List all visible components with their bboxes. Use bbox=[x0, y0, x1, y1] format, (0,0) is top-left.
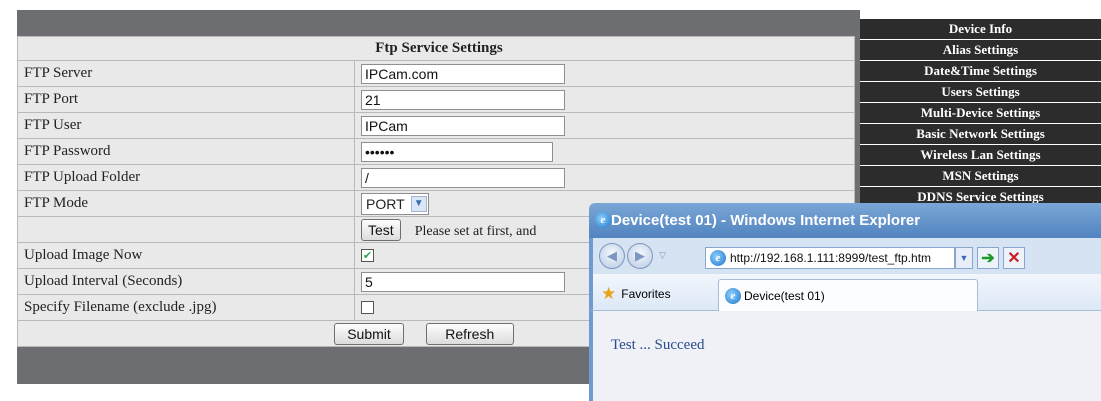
upload-interval-label: Upload Interval (Seconds) bbox=[17, 268, 355, 295]
ie-window-title: Device(test 01) - Windows Internet Explo… bbox=[611, 212, 921, 229]
forward-icon: ▶ bbox=[635, 248, 645, 263]
ftp-mode-value: PORT bbox=[366, 195, 405, 212]
favorites-label: Favorites bbox=[621, 287, 671, 301]
ie-content-area: Test ... Succeed bbox=[589, 311, 1101, 401]
upload-image-now-checkbox[interactable]: ✔ bbox=[361, 249, 374, 263]
ftp-settings-title: Ftp Service Settings bbox=[17, 36, 855, 61]
chevron-down-icon: ▼ bbox=[959, 253, 969, 263]
menu-item-users-settings[interactable]: Users Settings bbox=[860, 82, 1101, 102]
menu-item-device-info[interactable]: Device Info bbox=[860, 19, 1101, 39]
back-button[interactable]: ◀ bbox=[599, 243, 625, 269]
tab-label: Device(test 01) bbox=[744, 288, 825, 303]
go-arrow-icon: ➔ bbox=[981, 250, 995, 267]
stop-icon: ✕ bbox=[1007, 250, 1021, 267]
ftp-port-input[interactable] bbox=[361, 89, 565, 110]
test-note: Please set at first, and bbox=[414, 223, 537, 239]
table-row: FTP Password bbox=[17, 138, 855, 165]
ie-logo-icon: e bbox=[595, 212, 611, 228]
menu-item-date-time-settings[interactable]: Date&Time Settings bbox=[860, 61, 1101, 81]
ftp-server-input[interactable] bbox=[361, 63, 565, 84]
ftp-password-label: FTP Password bbox=[17, 138, 355, 165]
ie-navigation-bar: ◀ ▶ ▽ e http://192.168.1.111:8999/test_f… bbox=[589, 238, 1101, 274]
ie-favorites-bar: ★ Favorites e Device(test 01) bbox=[589, 274, 1101, 311]
settings-menu: Device Info Alias Settings Date&Time Set… bbox=[860, 19, 1101, 208]
refresh-button[interactable]: Refresh bbox=[425, 322, 514, 345]
ftp-mode-select[interactable]: PORT ▼ bbox=[361, 192, 429, 215]
test-row-label bbox=[17, 216, 355, 243]
upload-image-now-label: Upload Image Now bbox=[17, 242, 355, 269]
favorites-star-icon: ★ bbox=[601, 284, 617, 303]
table-row: FTP Server bbox=[17, 60, 855, 87]
forward-button[interactable]: ▶ bbox=[627, 243, 653, 269]
ftp-mode-label: FTP Mode bbox=[17, 190, 355, 217]
menu-item-wireless-lan-settings[interactable]: Wireless Lan Settings bbox=[860, 145, 1101, 165]
ftp-port-cell bbox=[354, 86, 855, 113]
ftp-password-input[interactable] bbox=[361, 141, 553, 162]
menu-item-basic-network-settings[interactable]: Basic Network Settings bbox=[860, 124, 1101, 144]
ftp-user-label: FTP User bbox=[17, 112, 355, 139]
ftp-port-label: FTP Port bbox=[17, 86, 355, 113]
test-result-text: Test ... Succeed bbox=[611, 337, 705, 353]
ie-tab-icon: e bbox=[725, 287, 741, 304]
ie-popup-window: e Device(test 01) - Windows Internet Exp… bbox=[589, 203, 1101, 401]
ftp-upload-folder-cell bbox=[354, 164, 855, 191]
stop-button[interactable]: ✕ bbox=[1003, 247, 1025, 269]
ftp-password-cell bbox=[354, 138, 855, 165]
menu-item-msn-settings[interactable]: MSN Settings bbox=[860, 166, 1101, 186]
specify-filename-checkbox[interactable] bbox=[361, 301, 374, 315]
browser-tab[interactable]: e Device(test 01) bbox=[718, 279, 978, 311]
ftp-upload-folder-label: FTP Upload Folder bbox=[17, 164, 355, 191]
menu-item-alias-settings[interactable]: Alias Settings bbox=[860, 40, 1101, 60]
ie-page-icon: e bbox=[710, 250, 726, 266]
checkmark-icon: ✔ bbox=[362, 250, 373, 263]
chevron-down-icon: ▼ bbox=[410, 195, 427, 212]
top-margin bbox=[0, 0, 860, 10]
address-text: http://192.168.1.111:8999/test_ftp.htm bbox=[730, 251, 932, 265]
ftp-server-label: FTP Server bbox=[17, 60, 355, 87]
favorites-button[interactable]: ★ Favorites bbox=[601, 284, 671, 304]
ie-title-bar[interactable]: e Device(test 01) - Windows Internet Exp… bbox=[589, 203, 1101, 238]
table-row: FTP Port bbox=[17, 86, 855, 113]
address-bar[interactable]: e http://192.168.1.111:8999/test_ftp.htm bbox=[705, 247, 955, 269]
go-button[interactable]: ➔ bbox=[977, 247, 999, 269]
ftp-user-cell bbox=[354, 112, 855, 139]
back-icon: ◀ bbox=[607, 248, 617, 263]
menu-item-multi-device-settings[interactable]: Multi-Device Settings bbox=[860, 103, 1101, 123]
ftp-server-cell bbox=[354, 60, 855, 87]
history-dropdown-icon[interactable]: ▽ bbox=[659, 250, 666, 261]
table-header-row: Ftp Service Settings bbox=[17, 36, 855, 61]
ftp-upload-folder-input[interactable] bbox=[361, 167, 565, 188]
address-dropdown-button[interactable]: ▼ bbox=[955, 247, 973, 269]
table-row: FTP User bbox=[17, 112, 855, 139]
test-button[interactable]: Test bbox=[361, 218, 401, 241]
table-row: FTP Upload Folder bbox=[17, 164, 855, 191]
ftp-user-input[interactable] bbox=[361, 115, 565, 136]
upload-interval-input[interactable] bbox=[361, 271, 565, 292]
left-margin bbox=[0, 0, 17, 401]
specify-filename-label: Specify Filename (exclude .jpg) bbox=[17, 294, 355, 321]
submit-button[interactable]: Submit bbox=[334, 322, 404, 345]
